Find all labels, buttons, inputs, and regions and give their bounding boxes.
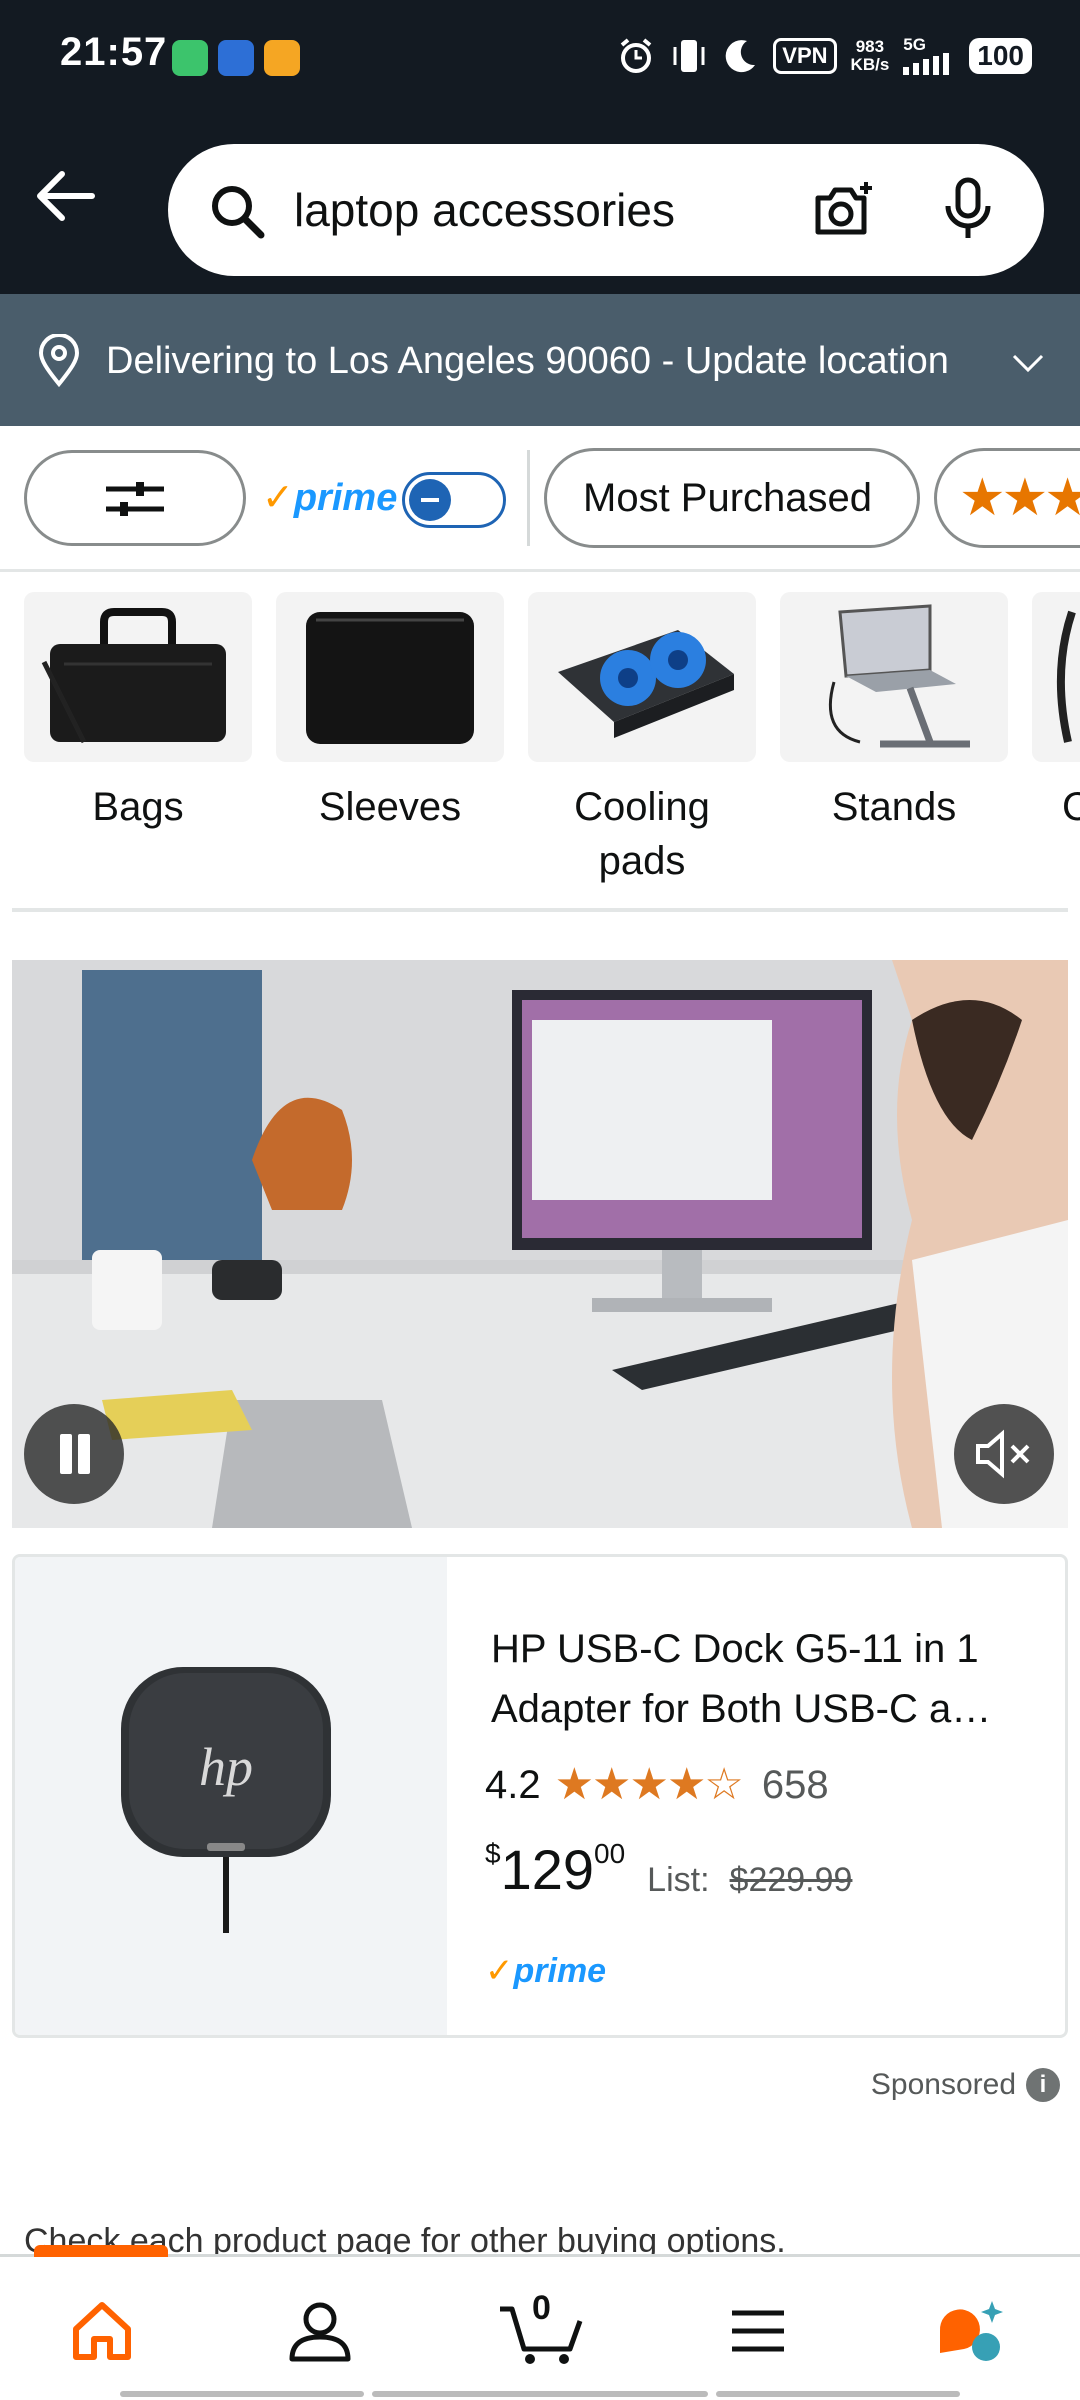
switch-knob [409, 479, 451, 521]
camera-search-icon[interactable] [812, 180, 876, 240]
list-price-label: List: [647, 1861, 710, 1899]
product-prime-badge: ✓prime [485, 1952, 607, 1990]
category-item-partial[interactable]: C [1032, 592, 1080, 834]
sponsored-text: Sponsored [870, 2068, 1016, 2101]
delivery-location-bar[interactable]: Delivering to Los Angeles 90060 - Update… [0, 294, 1080, 426]
microphone-icon[interactable] [940, 176, 996, 244]
cart-button[interactable]: 0 [496, 2289, 586, 2367]
product-rating[interactable]: 4.2 ★★★★☆ 658 [485, 1757, 829, 1813]
category-image-partial [1032, 592, 1080, 762]
star-rating-icon: ★★★★ [959, 469, 1080, 527]
category-label: Stands [831, 785, 957, 829]
video-frame-image [12, 960, 1068, 1528]
app-badge-orange-icon [264, 40, 300, 76]
location-pin-icon [38, 334, 80, 388]
category-image-bags [24, 592, 252, 762]
cart-count: 0 [532, 2289, 551, 2327]
section-divider [12, 908, 1068, 912]
category-item-sleeves[interactable]: Sleeves [276, 592, 504, 834]
review-count: 658 [761, 1763, 829, 1807]
pause-button[interactable] [24, 1404, 124, 1504]
active-tab-indicator [34, 2245, 168, 2257]
status-bar: 21:57 VPN 983 KB/s 5G 100 [0, 0, 1080, 110]
vpn-badge: VPN [773, 38, 837, 74]
network-type: 5G [903, 35, 926, 54]
network-speed-value: 983 [855, 37, 885, 56]
category-label: Cooling pads [574, 785, 710, 883]
prime-logo: ✓prime [262, 477, 398, 519]
category-carousel: Bags Sleeves Cooling pads Stands C [0, 592, 1080, 892]
filter-bar: ✓prime Most Purchased ★★★★ [0, 426, 1080, 572]
gesture-bar-right [716, 2391, 960, 2397]
price-fraction: 00 [594, 1838, 626, 1869]
battery-indicator: 100 [969, 38, 1032, 74]
network-speed: 983 KB/s [851, 38, 890, 74]
prime-toggle[interactable]: ✓prime [262, 470, 512, 530]
back-arrow-icon[interactable] [30, 160, 102, 232]
moon-icon [726, 40, 756, 73]
category-image-sleeves [276, 592, 504, 762]
chip-star-rating[interactable]: ★★★★ [934, 448, 1080, 548]
prime-label: prime [293, 477, 398, 519]
vibrate-icon [673, 40, 705, 72]
app-badge-blue-icon [218, 40, 254, 76]
menu-icon[interactable] [722, 2295, 794, 2367]
delivery-location-text: Delivering to Los Angeles 90060 - Update… [106, 340, 949, 382]
gesture-bar-left [120, 2391, 364, 2397]
prime-switch[interactable] [402, 472, 506, 528]
chevron-down-icon [1012, 354, 1044, 373]
category-item-stands[interactable]: Stands [780, 592, 1008, 834]
rating-value: 4.2 [485, 1763, 541, 1807]
network-speed-unit: KB/s [850, 55, 890, 74]
home-icon[interactable] [66, 2295, 138, 2367]
svg-text:hp: hp [199, 1737, 253, 1797]
sliders-icon [106, 482, 164, 516]
rufus-assistant-icon[interactable] [934, 2295, 1006, 2367]
bottom-nav: 0 [0, 2245, 1080, 2400]
category-item-bags[interactable]: Bags [24, 592, 252, 834]
alarm-icon [621, 38, 652, 73]
mute-button[interactable] [954, 1404, 1054, 1504]
gesture-bar-center [372, 2391, 708, 2397]
category-image-cooling-pads [528, 592, 756, 762]
signal-indicator: 5G [903, 35, 955, 75]
account-icon[interactable] [284, 2295, 356, 2367]
product-card[interactable]: hp HP USB-C Dock G5-11 in 1 Adapter for … [12, 1554, 1068, 2038]
signal-icon [903, 53, 950, 75]
search-icon [212, 186, 265, 239]
info-icon: i [1026, 2068, 1060, 2102]
status-time: 21:57 [60, 30, 168, 74]
search-header: laptop accessories [0, 110, 1080, 294]
sponsored-label[interactable]: Sponsored i [871, 2068, 1060, 2102]
app-badge-green-icon [172, 40, 208, 76]
app-root: 21:57 VPN 983 KB/s 5G 100 laptop accesso… [0, 0, 1080, 2400]
search-bar[interactable]: laptop accessories [168, 144, 1044, 276]
price-whole: 129 [500, 1838, 595, 1901]
category-image-stands [780, 592, 1008, 762]
category-label: Bags [92, 785, 184, 829]
category-item-cooling-pads[interactable]: Cooling pads [528, 592, 756, 888]
chip-most-purchased[interactable]: Most Purchased [544, 448, 920, 548]
product-price: $ 129 00 List: $229.99 [485, 1837, 852, 1903]
star-rating-icon: ★★★★☆ [554, 1760, 744, 1809]
filter-divider [527, 450, 530, 546]
price-symbol: $ [485, 1838, 501, 1869]
sponsored-video[interactable] [12, 960, 1068, 1528]
filters-button[interactable] [24, 450, 246, 546]
product-title[interactable]: HP USB-C Dock G5-11 in 1 Adapter for Bot… [491, 1619, 1031, 1739]
status-indicators: VPN 983 KB/s 5G 100 [617, 32, 1032, 80]
category-label: Sleeves [318, 785, 462, 829]
product-image: hp [15, 1557, 447, 2035]
prime-label: prime [513, 1952, 607, 1990]
category-label: C [1062, 785, 1080, 829]
volume-muted-icon [976, 1429, 1030, 1479]
list-price: $229.99 [729, 1861, 853, 1899]
search-input[interactable]: laptop accessories [294, 182, 675, 238]
